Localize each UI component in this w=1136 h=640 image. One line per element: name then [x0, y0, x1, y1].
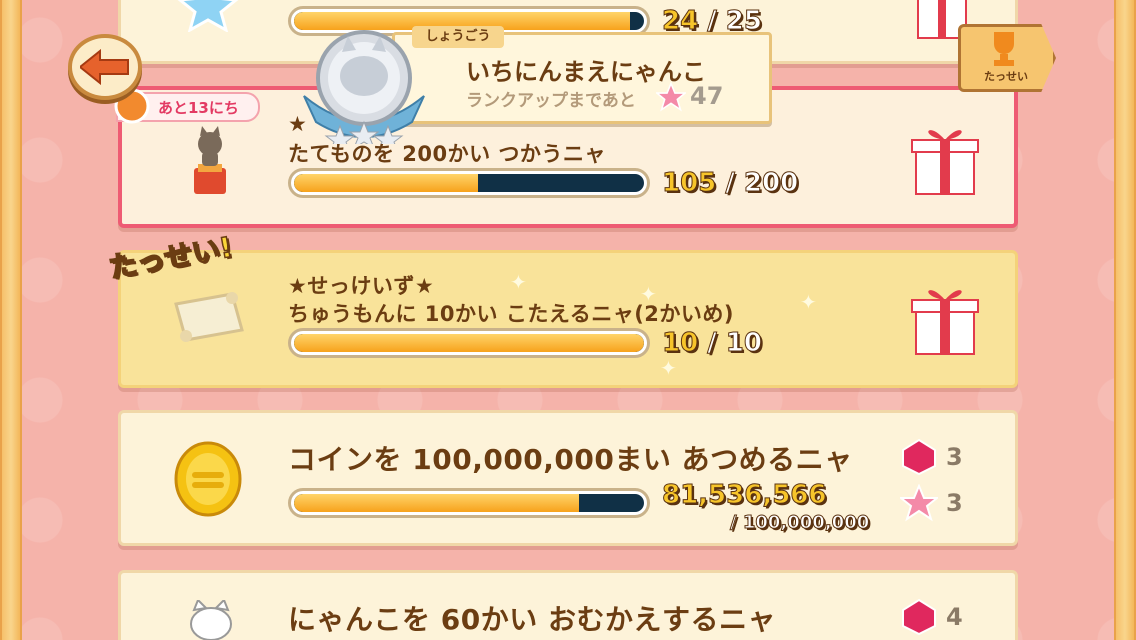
mission-title-line1: ★せっけいず★: [288, 274, 435, 298]
cat-statue-icon: [194, 126, 226, 194]
gift-box-icon[interactable]: [908, 120, 982, 198]
sparkle-icon: ✦: [640, 282, 657, 306]
progress-bar: [288, 328, 650, 358]
progress-bar: [288, 168, 650, 198]
mission-card-coins: [118, 410, 1018, 546]
blueprint-scroll-icon: [174, 292, 244, 342]
right-frame: [1114, 0, 1136, 640]
gem-icon: [902, 598, 936, 636]
rank-next-label: ランクアップまであと: [466, 91, 636, 111]
progress-current: 81,536,566: [661, 480, 827, 511]
progress-fill: [294, 494, 580, 512]
reward-gem: 3: [900, 438, 963, 476]
mission-title: コインを 100,000,000まい あつめるニャ: [288, 443, 853, 476]
progress-count: 105 / 200: [661, 168, 799, 199]
star-icon: [177, 0, 239, 32]
reward-gem: 4: [900, 598, 963, 636]
rank-next-value: 47: [690, 82, 724, 110]
back-arrow-icon: [80, 49, 129, 85]
progress-fill: [294, 174, 478, 192]
achievements-label: たっせい: [984, 70, 1028, 83]
progress-bar: [288, 488, 650, 518]
left-frame: [0, 0, 22, 640]
sparkle-icon: ✦: [800, 290, 817, 314]
progress-fill: [294, 334, 644, 352]
sparkle-icon: ✦: [660, 356, 677, 380]
reward-star: 3: [900, 484, 963, 522]
trophy-icon: [994, 32, 1014, 66]
coin-icon: [174, 441, 242, 517]
pink-star-icon: [656, 82, 686, 112]
mission-title-line2: ちゅうもんに 10かい こたえるニャ(2かいめ): [288, 302, 735, 326]
white-cat-icon: [190, 600, 232, 640]
progress-count: 10 / 10: [661, 328, 762, 359]
mission-title: にゃんこを 60かい おむかえするニャ: [288, 603, 776, 636]
gem-icon: [902, 438, 936, 476]
gift-box-icon[interactable]: [908, 280, 982, 358]
days-left-text: あと13にち: [158, 99, 239, 117]
progress-total: / 100,000,000: [729, 512, 870, 534]
silver-cat-medal-icon: [303, 30, 425, 144]
back-button[interactable]: [68, 34, 142, 100]
pink-star-icon: [900, 484, 938, 522]
sparkle-icon: ✦: [510, 270, 527, 294]
